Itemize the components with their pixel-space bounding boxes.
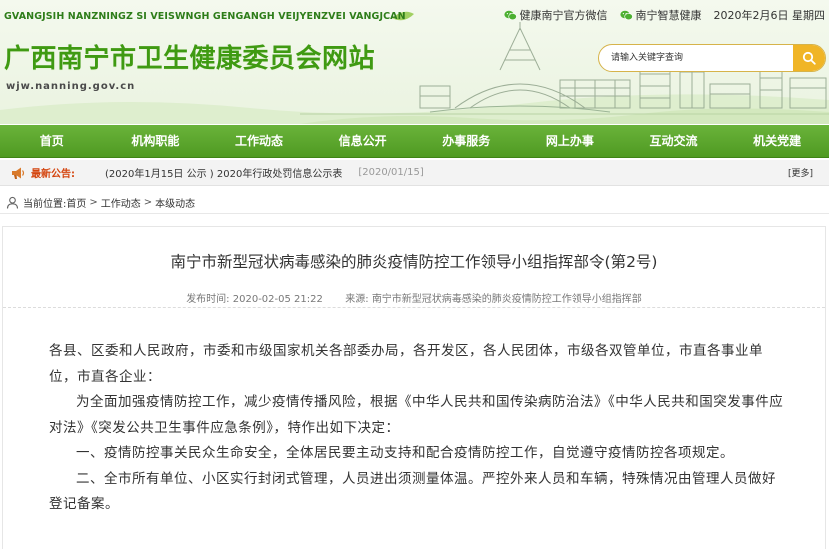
site-pinyin-title: GVANGJSIH NANZNINGZ SI VEISWNGH GENGANGH… [4, 11, 406, 22]
article-title: 南宁市新型冠状病毒感染的肺炎疫情防控工作领导小组指挥部令(第2号) [170, 253, 658, 271]
site-domain: wjw.nanning.gov.cn [6, 81, 136, 92]
article-paragraph: 一、疫情防控事关民众生命安全，全体居民要主动支持和配合疫情防控工作，自觉遵守疫情… [76, 445, 734, 461]
site-header: GVANGJSIH NANZNINGZ SI VEISWNGH GENGANGH… [0, 0, 829, 124]
nav-item-party-building[interactable]: 机关党建 [725, 125, 829, 158]
breadcrumb-separator: > [89, 197, 98, 208]
wechat-icon [619, 10, 633, 20]
breadcrumb-item-home[interactable]: 首页 [66, 195, 86, 210]
nav-item-services[interactable]: 办事服务 [415, 125, 519, 158]
search-icon [802, 51, 816, 65]
notice-bar: 最新公告: (2020年1月15日 公示 ) 2020年行政处罚信息公示表 [2… [0, 160, 829, 186]
breadcrumb-separator: > [143, 197, 153, 208]
article-source: 南宁市新型冠状病毒感染的肺炎疫情防控工作领导小组指挥部 [371, 294, 642, 305]
publish-time-label: 发布时间: [186, 294, 230, 305]
notice-label: 最新公告: [31, 169, 75, 180]
nav-item-interaction[interactable]: 互动交流 [622, 125, 726, 158]
notice-date: [2020/01/15] [358, 167, 424, 178]
wechat-link-label: 健康南宁官方微信 [519, 9, 608, 22]
top-links: 健康南宁官方微信 南宁智慧健康 2020年2月6日 星期四 [503, 7, 826, 23]
article-divider [3, 307, 825, 308]
article-container: 南宁市新型冠状病毒感染的肺炎疫情防控工作领导小组指挥部令(第2号) 发布时间: … [2, 226, 826, 549]
nav-item-work-news[interactable]: 工作动态 [207, 125, 311, 158]
source-label: 来源: [345, 294, 369, 305]
breadcrumb-item-work-news[interactable]: 工作动态 [101, 195, 141, 210]
main-nav: 首页 机构职能 工作动态 信息公开 办事服务 网上办事 互动交流 机关党建 [0, 125, 829, 158]
publish-time: 2020-02-05 21:22 [232, 294, 323, 305]
article-paragraph: 二、全市所有单位、小区实行封闭式管理，人员进出须测量体温。严控外来人员和车辆，特… [49, 470, 776, 513]
article-meta: 发布时间: 2020-02-05 21:22 来源: 南宁市新型冠状病毒感染的肺… [3, 290, 825, 305]
nav-item-org-functions[interactable]: 机构职能 [104, 125, 208, 158]
search-box [598, 44, 826, 72]
wechat-link-smart-health[interactable]: 南宁智慧健康 [619, 7, 702, 23]
site-title[interactable]: 广西南宁市卫生健康委员会网站 [4, 38, 375, 75]
article-paragraph: 为全面加强疫情防控工作，减少疫情传播风险，根据《中华人民共和国传染病防治法》《中… [49, 394, 784, 436]
wechat-link-health-nanning[interactable]: 健康南宁官方微信 [503, 7, 608, 23]
article-body: 各县、区委和人民政府，市委和市级国家机关各部委办局，各开发区，各人民团体，市级各… [49, 339, 785, 518]
breadcrumb: 当前位置: 首页 > 工作动态 > 本级动态 [0, 192, 829, 214]
article-paragraph: 各县、区委和人民政府，市委和市级国家机关各部委办局，各开发区，各人民团体，市级各… [49, 343, 763, 385]
nav-item-info-disclosure[interactable]: 信息公开 [311, 125, 415, 158]
announcement-icon [10, 166, 26, 180]
nav-item-online-services[interactable]: 网上办事 [518, 125, 622, 158]
search-button[interactable] [793, 45, 825, 71]
location-user-icon [6, 196, 19, 209]
search-input[interactable] [599, 45, 793, 71]
nav-item-home[interactable]: 首页 [0, 125, 104, 158]
breadcrumb-label: 当前位置: [23, 199, 67, 210]
current-date: 2020年2月6日 星期四 [713, 9, 826, 22]
notice-more-link[interactable]: [更多] [788, 166, 813, 179]
wechat-icon [503, 10, 517, 20]
notice-link[interactable]: (2020年1月15日 公示 ) 2020年行政处罚信息公示表 [105, 165, 342, 180]
breadcrumb-item-local-news[interactable]: 本级动态 [155, 195, 195, 210]
wechat-link-label: 南宁智慧健康 [635, 9, 702, 22]
